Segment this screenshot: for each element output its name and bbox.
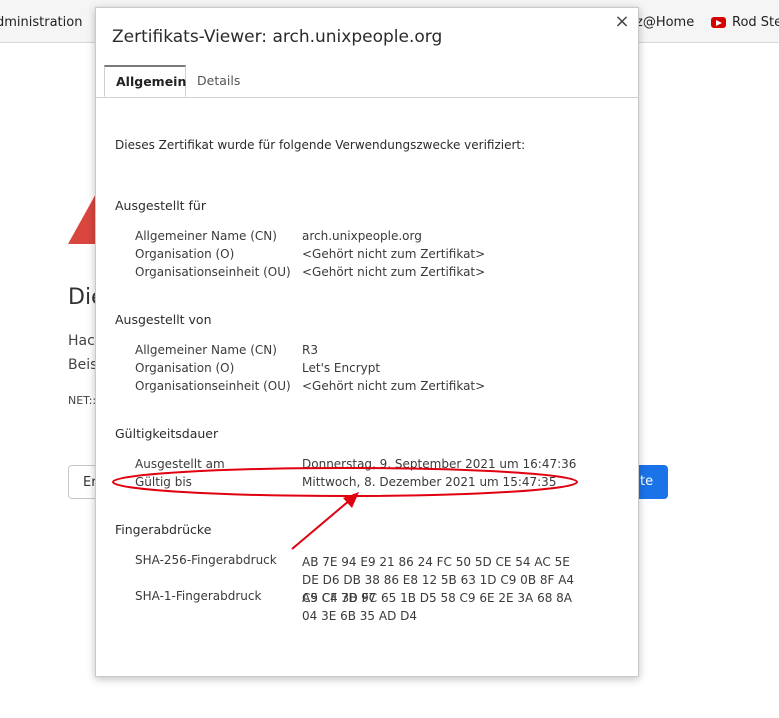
field-value: Mittwoch, 8. Dezember 2021 um 15:47:35	[302, 475, 557, 489]
field-label: Gültig bis	[135, 475, 192, 489]
field-value: <Gehört nicht zum Zertifikat>	[302, 379, 486, 393]
background-text-line1: Hac	[68, 333, 95, 349]
field-value: Let's Encrypt	[302, 361, 381, 375]
close-icon[interactable]: ×	[612, 12, 632, 32]
field-value: arch.unixpeople.org	[302, 229, 422, 243]
issued-to-o-row: Organisation (O) <Gehört nicht zum Zerti…	[135, 247, 615, 265]
field-label: Organisation (O)	[135, 361, 235, 375]
field-label: Allgemeiner Name (CN)	[135, 343, 277, 357]
validity-heading: Gültigkeitsdauer	[115, 426, 219, 441]
tab-allgemein[interactable]: Allgemein	[104, 65, 186, 97]
issued-by-o-row: Organisation (O) Let's Encrypt	[135, 361, 615, 379]
background-text-line2: Beis	[68, 357, 98, 373]
valid-until-row: Gültig bis Mittwoch, 8. Dezember 2021 um…	[135, 475, 615, 493]
issued-on-row: Ausgestellt am Donnerstag, 9. September …	[135, 457, 615, 475]
bookmark-administration[interactable]: dministration	[0, 15, 82, 30]
field-label: Organisationseinheit (OU)	[135, 265, 291, 279]
field-label: SHA-1-Fingerabdruck	[135, 589, 262, 603]
bookmark-youtube-label: Rod Ste	[732, 15, 779, 30]
dialog-title: Zertifikats-Viewer: arch.unixpeople.org	[112, 27, 443, 47]
issued-to-ou-row: Organisationseinheit (OU) <Gehört nicht …	[135, 265, 615, 283]
youtube-icon	[711, 17, 726, 28]
issued-by-cn-row: Allgemeiner Name (CN) R3	[135, 343, 615, 361]
tab-details[interactable]: Details	[186, 66, 251, 96]
issued-to-heading: Ausgestellt für	[115, 198, 206, 213]
field-value: Donnerstag, 9. September 2021 um 16:47:3…	[302, 457, 577, 471]
tab-bar: Allgemein Details	[96, 62, 638, 98]
field-label: Organisation (O)	[135, 247, 235, 261]
field-value: R3	[302, 343, 318, 357]
field-value: A9 C4 3B 9C 65 1B D5 58 C9 6E 2E 3A 68 8…	[302, 591, 573, 623]
bookmark-youtube[interactable]: Rod Ste	[711, 15, 779, 30]
fingerprints-heading: Fingerabdrücke	[115, 522, 212, 537]
background-error-code: NET::	[68, 394, 97, 407]
general-tab-content: Dieses Zertifikat wurde für folgende Ver…	[96, 97, 638, 676]
issued-by-ou-row: Organisationseinheit (OU) <Gehört nicht …	[135, 379, 615, 397]
bookmark-home[interactable]: z@Home	[636, 15, 694, 30]
issued-by-heading: Ausgestellt von	[115, 312, 212, 327]
field-label: SHA-256-Fingerabdruck	[135, 553, 277, 567]
issued-to-cn-row: Allgemeiner Name (CN) arch.unixpeople.or…	[135, 229, 615, 247]
field-value: <Gehört nicht zum Zertifikat>	[302, 265, 486, 279]
field-value: <Gehört nicht zum Zertifikat>	[302, 247, 486, 261]
field-label: Ausgestellt am	[135, 457, 225, 471]
verified-purposes-text: Dieses Zertifikat wurde für folgende Ver…	[115, 138, 526, 152]
field-label: Organisationseinheit (OU)	[135, 379, 291, 393]
certificate-viewer-dialog: Zertifikats-Viewer: arch.unixpeople.org …	[95, 7, 639, 677]
field-label: Allgemeiner Name (CN)	[135, 229, 277, 243]
